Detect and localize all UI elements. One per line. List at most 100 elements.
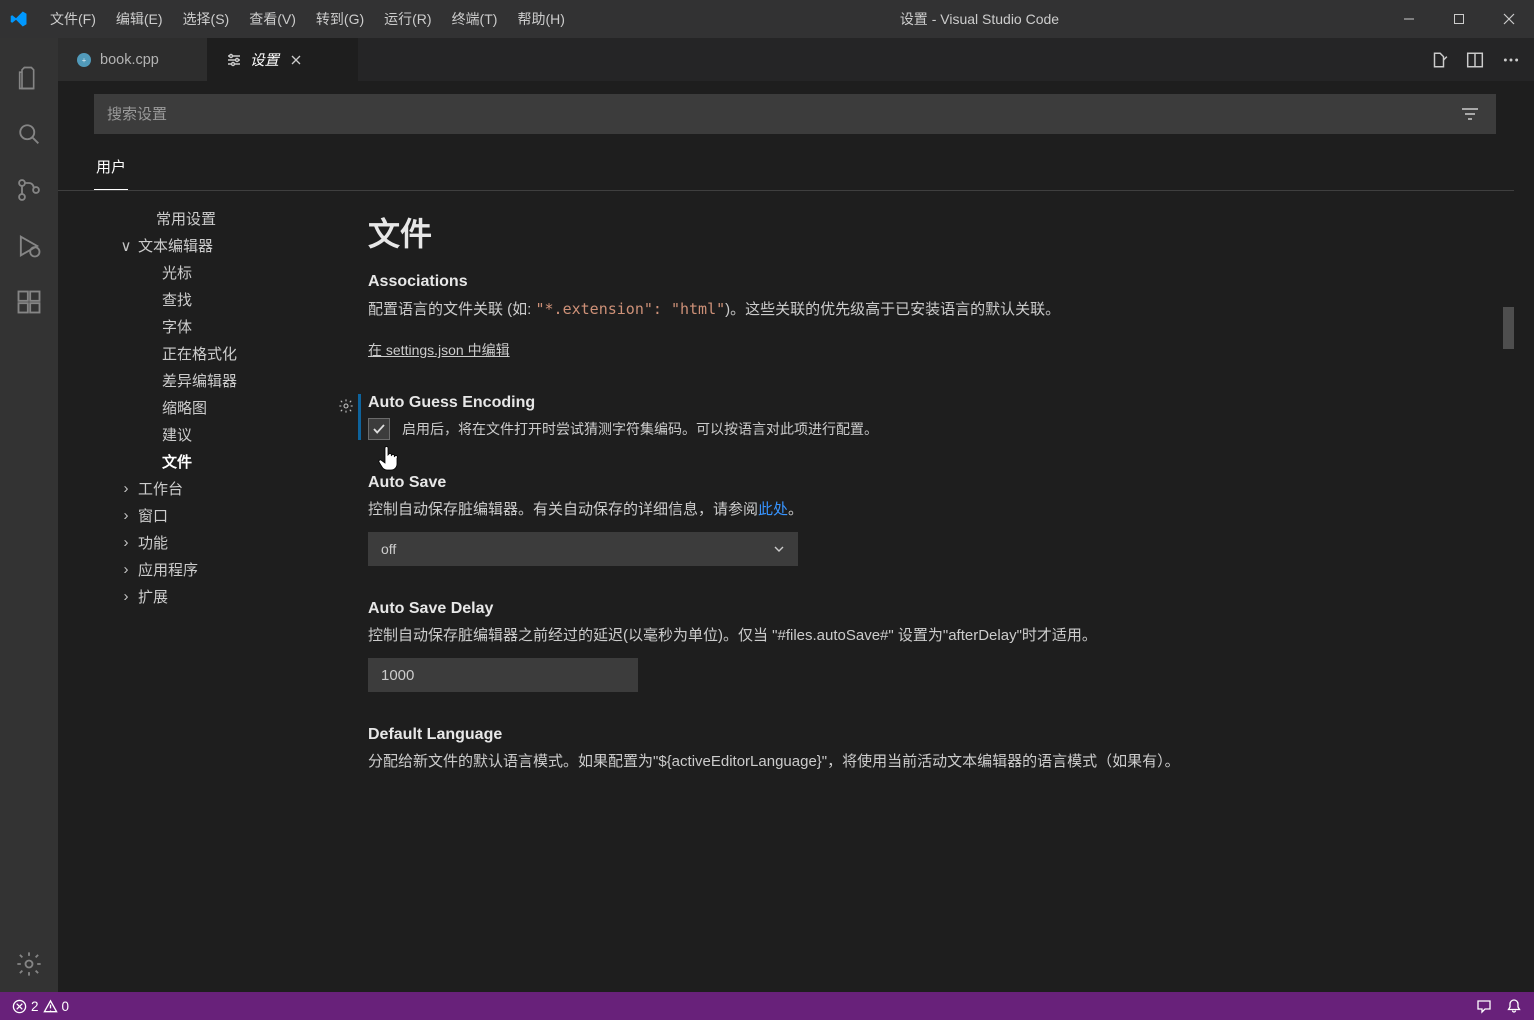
setting-auto-save-delay: Auto Save Delay 控制自动保存脏编辑器之前经过的延迟(以毫秒为单位… — [368, 600, 1490, 692]
editor-area: + book.cpp 设置 — [58, 38, 1534, 992]
toc-workbench[interactable]: ›工作台 — [94, 475, 326, 502]
chevron-right-icon: › — [118, 480, 134, 497]
menu-view[interactable]: 查看(V) — [239, 0, 306, 38]
select-value: off — [381, 541, 396, 557]
edit-in-settings-json-link[interactable]: 在 settings.json 中编辑 — [368, 340, 510, 360]
toc-text-editor[interactable]: ∨文本编辑器 — [94, 232, 326, 259]
chevron-right-icon: › — [118, 561, 134, 578]
menu-help[interactable]: 帮助(H) — [507, 0, 574, 38]
window-maximize-button[interactable] — [1434, 0, 1484, 38]
setting-description: 启用后，将在文件打开时尝试猜测字符集编码。可以按语言对此项进行配置。 — [402, 418, 1490, 440]
toc-application[interactable]: ›应用程序 — [94, 556, 326, 583]
cpp-file-icon: + — [76, 52, 92, 68]
section-title-files: 文件 — [368, 209, 1490, 255]
editor-actions — [1430, 38, 1534, 81]
open-settings-json-icon[interactable] — [1430, 51, 1448, 69]
settings-search-box[interactable] — [94, 94, 1496, 134]
window-title: 设置 - Visual Studio Code — [575, 9, 1384, 29]
chevron-right-icon: › — [118, 507, 134, 524]
title-bar: 文件(F) 编辑(E) 选择(S) 查看(V) 转到(G) 运行(R) 终端(T… — [0, 0, 1534, 38]
settings-list[interactable]: 文件 Associations 配置语言的文件关联 (如: "*.extensi… — [326, 191, 1514, 992]
menu-bar: 文件(F) 编辑(E) 选择(S) 查看(V) 转到(G) 运行(R) 终端(T… — [40, 0, 575, 38]
activity-source-control[interactable] — [0, 162, 58, 218]
menu-go[interactable]: 转到(G) — [306, 0, 374, 38]
setting-title: Auto Save — [368, 474, 1490, 492]
window-controls — [1384, 0, 1534, 38]
select-auto-save[interactable]: off — [368, 532, 798, 566]
tab-book-cpp[interactable]: + book.cpp — [58, 38, 208, 81]
toc-minimap[interactable]: 缩略图 — [94, 394, 326, 421]
setting-description: 控制自动保存脏编辑器之前经过的延迟(以毫秒为单位)。仅当 "#files.aut… — [368, 624, 1490, 648]
toc-font[interactable]: 字体 — [94, 313, 326, 340]
filter-icon[interactable] — [1457, 105, 1483, 123]
settings-search-input[interactable] — [107, 106, 1457, 123]
toc-extensions[interactable]: ›扩展 — [94, 583, 326, 610]
status-problems[interactable]: 2 0 — [12, 999, 69, 1014]
scrollbar-thumb[interactable] — [1503, 307, 1514, 349]
input-auto-save-delay[interactable] — [368, 658, 638, 692]
warning-icon — [43, 999, 58, 1014]
settings-editor: 用户 常用设置 ∨文本编辑器 光标 查找 字体 正在格式化 差异编辑器 缩略图 … — [58, 82, 1534, 992]
menu-edit[interactable]: 编辑(E) — [106, 0, 173, 38]
activity-bar — [0, 38, 58, 992]
error-icon — [12, 999, 27, 1014]
setting-associations: Associations 配置语言的文件关联 (如: "*.extension"… — [368, 273, 1490, 360]
menu-selection[interactable]: 选择(S) — [173, 0, 240, 38]
setting-auto-save: Auto Save 控制自动保存脏编辑器。有关自动保存的详细信息，请参阅此处。 … — [368, 474, 1490, 566]
setting-title: Associations — [368, 273, 1490, 291]
activity-manage[interactable] — [0, 936, 58, 992]
settings-toc[interactable]: 常用设置 ∨文本编辑器 光标 查找 字体 正在格式化 差异编辑器 缩略图 建议 … — [58, 191, 326, 992]
setting-title: Auto Save Delay — [368, 600, 1490, 618]
toc-features[interactable]: ›功能 — [94, 529, 326, 556]
status-feedback[interactable] — [1476, 998, 1492, 1014]
setting-title: Default Language — [368, 726, 1490, 744]
gear-icon[interactable] — [336, 396, 356, 416]
cursor-hand-icon — [378, 446, 398, 472]
split-editor-icon[interactable] — [1466, 51, 1484, 69]
setting-description: 分配给新文件的默认语言模式。如果配置为"${activeEditorLangua… — [368, 750, 1490, 774]
toc-files[interactable]: 文件 — [94, 448, 326, 475]
setting-default-language: Default Language 分配给新文件的默认语言模式。如果配置为"${a… — [368, 726, 1490, 774]
bell-icon — [1506, 998, 1522, 1014]
menu-run[interactable]: 运行(R) — [374, 0, 441, 38]
more-actions-icon[interactable] — [1502, 51, 1520, 69]
chevron-down-icon — [773, 543, 785, 555]
tab-label: book.cpp — [100, 52, 159, 68]
toc-formatting[interactable]: 正在格式化 — [94, 340, 326, 367]
tab-label: 设置 — [250, 49, 279, 70]
toc-diff-editor[interactable]: 差异编辑器 — [94, 367, 326, 394]
activity-run-debug[interactable] — [0, 218, 58, 274]
toc-cursor[interactable]: 光标 — [94, 259, 326, 286]
toc-find[interactable]: 查找 — [94, 286, 326, 313]
auto-save-help-link[interactable]: 此处 — [758, 501, 788, 518]
activity-extensions[interactable] — [0, 274, 58, 330]
tab-close-button[interactable] — [287, 51, 305, 69]
status-bar: 2 0 — [0, 992, 1534, 1020]
setting-title: Auto Guess Encoding — [368, 394, 1490, 412]
svg-text:+: + — [82, 56, 87, 65]
status-notifications[interactable] — [1506, 998, 1522, 1014]
chevron-right-icon: › — [118, 534, 134, 551]
scope-tab-user[interactable]: 用户 — [94, 146, 128, 190]
setting-description: 控制自动保存脏编辑器。有关自动保存的详细信息，请参阅此处。 — [368, 498, 1490, 522]
activity-explorer[interactable] — [0, 50, 58, 106]
activity-search[interactable] — [0, 106, 58, 162]
settings-scope-tabs: 用户 — [58, 134, 1514, 191]
chevron-right-icon: › — [118, 588, 134, 605]
toc-common[interactable]: 常用设置 — [94, 205, 326, 232]
feedback-icon — [1476, 998, 1492, 1014]
toc-suggestions[interactable]: 建议 — [94, 421, 326, 448]
checkbox-auto-guess-encoding[interactable] — [368, 418, 390, 440]
settings-sliders-icon — [226, 52, 242, 68]
setting-description: 配置语言的文件关联 (如: "*.extension": "html")。这些关… — [368, 297, 1490, 322]
vscode-logo-icon — [10, 10, 28, 28]
toc-window[interactable]: ›窗口 — [94, 502, 326, 529]
setting-auto-guess-encoding: Auto Guess Encoding 启用后，将在文件打开时尝试猜测字符集编码… — [368, 394, 1490, 440]
window-minimize-button[interactable] — [1384, 0, 1434, 38]
menu-file[interactable]: 文件(F) — [40, 0, 106, 38]
chevron-down-icon: ∨ — [118, 237, 134, 255]
editor-tabs: + book.cpp 设置 — [58, 38, 1534, 82]
menu-terminal[interactable]: 终端(T) — [442, 0, 508, 38]
window-close-button[interactable] — [1484, 0, 1534, 38]
tab-settings[interactable]: 设置 — [208, 38, 358, 81]
